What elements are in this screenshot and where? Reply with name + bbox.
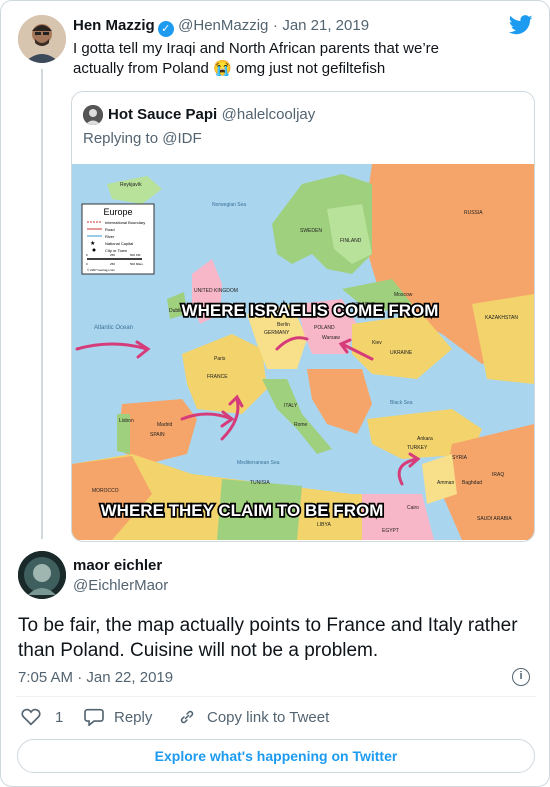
map-label: ITALY <box>284 403 298 409</box>
link-icon <box>180 710 194 724</box>
hen-mazzig-avatar[interactable] <box>18 15 66 63</box>
legend-capital-icon: ★ <box>90 240 95 247</box>
svg-text:250: 250 <box>110 262 115 266</box>
meme-bottom-text: WHERE THEY CLAIM TO BE FROM <box>101 501 384 520</box>
svg-text:500 KM: 500 KM <box>130 253 141 257</box>
copy-link-label: Copy link to Tweet <box>207 708 330 726</box>
svg-text:250: 250 <box>110 253 115 257</box>
map-label: SAUDI ARABIA <box>477 516 512 522</box>
map-legend: Europe International Boundary Road River… <box>81 203 155 275</box>
map-label: Atlantic Ocean <box>94 325 133 331</box>
tweet-text: I gotta tell my Iraqi and North African … <box>73 40 440 77</box>
meme-top-text: WHERE ISRAELIS COME FROM <box>182 301 439 320</box>
legend-item-capital: National Capital <box>105 241 133 246</box>
reply-button[interactable]: Reply <box>84 708 152 726</box>
map-label: FRANCE <box>207 374 228 380</box>
map-label: POLAND <box>314 325 335 331</box>
map-label: SPAIN <box>150 432 165 438</box>
reply-text: To be fair, the map actually points to F… <box>18 615 518 661</box>
map-label: Paris <box>214 356 226 362</box>
map-label: Berlin <box>277 322 290 328</box>
hot-sauce-papi-avatar <box>83 105 103 125</box>
info-icon[interactable]: i <box>512 668 530 686</box>
map-label: Rome <box>294 422 308 428</box>
map-label: TUNISIA <box>250 480 270 486</box>
map-label: Madrid <box>157 422 173 428</box>
legend-city-icon <box>92 248 96 252</box>
author-name[interactable]: Hen Mazzig <box>73 17 155 34</box>
map-label: Norwegian Sea <box>212 202 246 208</box>
quoted-tweet[interactable]: Hot Sauce Papi @halelcooljay Replying to… <box>71 91 535 542</box>
separator: · <box>272 17 278 34</box>
map-label: Ankara <box>417 436 433 442</box>
map-label: Cairo <box>407 505 419 511</box>
map-label: Kiev <box>372 340 382 346</box>
map-label: UNITED KINGDOM <box>194 288 238 294</box>
map-label: Black Sea <box>390 400 413 406</box>
map-label: KAZAKHSTAN <box>485 315 518 321</box>
like-button[interactable]: 1 <box>21 708 63 726</box>
map-label: IRAQ <box>492 472 504 478</box>
tweet-header: Hen Mazzig ✓ @HenMazzig · Jan 21, 2019 <box>73 17 369 37</box>
author-handle[interactable]: @HenMazzig <box>178 17 268 34</box>
like-count: 1 <box>55 708 64 726</box>
map-label: RUSSIA <box>464 210 483 216</box>
legend-item-boundary: International Boundary <box>105 220 145 225</box>
europe-map-image[interactable]: Europe International Boundary Road River… <box>72 164 534 540</box>
reply-author-name[interactable]: maor eichler <box>73 557 162 574</box>
reply-bubble-icon <box>84 708 104 726</box>
svg-text:500 Miles: 500 Miles <box>130 262 143 266</box>
maor-eichler-avatar[interactable] <box>18 551 66 599</box>
tweet-date[interactable]: Jan 21, 2019 <box>282 17 369 34</box>
reply-label: Reply <box>114 708 153 726</box>
thread-connector-line <box>41 69 43 539</box>
map-label: Baghdad <box>462 480 482 486</box>
map-label: LIBYA <box>317 522 331 528</box>
map-label: Moscow <box>394 292 413 298</box>
svg-text:© 2007 Geology.com: © 2007 Geology.com <box>87 268 116 272</box>
tweet-card: Hen Mazzig ✓ @HenMazzig · Jan 21, 2019 I … <box>0 0 550 787</box>
map-label: Lisbon <box>119 418 134 424</box>
map-label: UKRAINE <box>390 350 413 356</box>
reply-author-handle[interactable]: @EichlerMaor <box>73 577 168 594</box>
twitter-bird-icon[interactable] <box>508 15 533 35</box>
copy-link-button[interactable]: Copy link to Tweet <box>177 708 329 726</box>
map-label: Mediterranean Sea <box>237 460 280 466</box>
legend-title: Europe <box>103 207 132 217</box>
map-label: Reykjavík <box>120 182 142 188</box>
replying-to: Replying to @IDF <box>83 130 202 147</box>
map-label: TURKEY <box>407 445 428 451</box>
verified-badge-icon: ✓ <box>157 21 174 37</box>
legend-item-road: Road <box>105 227 115 232</box>
map-label: Warsaw <box>322 335 340 341</box>
legend-item-city: City or Town <box>105 248 127 253</box>
map-label: EGYPT <box>382 528 399 534</box>
map-label: SWEDEN <box>300 228 322 234</box>
quoted-author-handle: @halelcooljay <box>221 106 316 123</box>
map-label: FINLAND <box>340 238 362 244</box>
legend-item-river: River <box>105 234 115 239</box>
quoted-header: Hot Sauce Papi @halelcooljay <box>108 106 315 124</box>
divider <box>16 696 536 697</box>
map-label: SYRIA <box>452 455 468 461</box>
explore-twitter-button[interactable]: Explore what's happening on Twitter <box>17 739 535 773</box>
quoted-author-name: Hot Sauce Papi <box>108 106 218 123</box>
europe-map-svg: Europe International Boundary Road River… <box>72 164 534 540</box>
heart-icon <box>21 708 41 726</box>
map-label: MOROCCO <box>92 488 119 494</box>
map-label: GERMANY <box>264 330 290 336</box>
reply-timestamp[interactable]: 7:05 AM · Jan 22, 2019 <box>18 669 173 686</box>
map-label: Amman <box>437 480 454 486</box>
